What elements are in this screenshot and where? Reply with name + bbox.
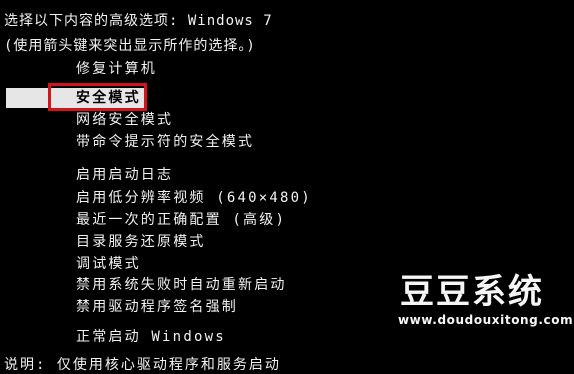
menu-item-safe-mode-networking[interactable]: 网络安全模式: [76, 110, 173, 130]
red-annotation-box: [48, 83, 147, 111]
description-text: 说明: 仅使用核心驱动程序和服务启动: [4, 357, 281, 373]
watermark-logo-text: 豆豆系统: [400, 272, 544, 312]
menu-item-debugging-mode[interactable]: 调试模式: [76, 254, 141, 274]
menu-item-low-resolution-video[interactable]: 启用低分辨率视频 (640×480): [76, 188, 312, 208]
menu-item-boot-logging[interactable]: 启用启动日志: [76, 165, 173, 185]
menu-item-disable-auto-restart[interactable]: 禁用系统失败时自动重新启动: [76, 275, 287, 295]
header-instructions: (使用箭头键来突出显示所作的选择。): [4, 38, 256, 54]
header-title: 选择以下内容的高级选项: Windows 7: [4, 13, 273, 29]
watermark-url: www.doudouxitong.com: [398, 313, 574, 327]
menu-item-repair-computer[interactable]: 修复计算机: [76, 59, 157, 79]
menu-item-directory-services-restore[interactable]: 目录服务还原模式: [76, 232, 206, 252]
menu-item-safe-mode-command-prompt[interactable]: 带命令提示符的安全模式: [76, 132, 254, 152]
menu-item-last-known-good-config[interactable]: 最近一次的正确配置 (高级): [76, 210, 286, 230]
boot-options-screen: 选择以下内容的高级选项: Windows 7 (使用箭头键来突出显示所作的选择。…: [0, 0, 574, 373]
menu-item-start-normally[interactable]: 正常启动 Windows: [76, 327, 226, 347]
menu-item-disable-driver-signature[interactable]: 禁用驱动程序签名强制: [76, 297, 238, 317]
